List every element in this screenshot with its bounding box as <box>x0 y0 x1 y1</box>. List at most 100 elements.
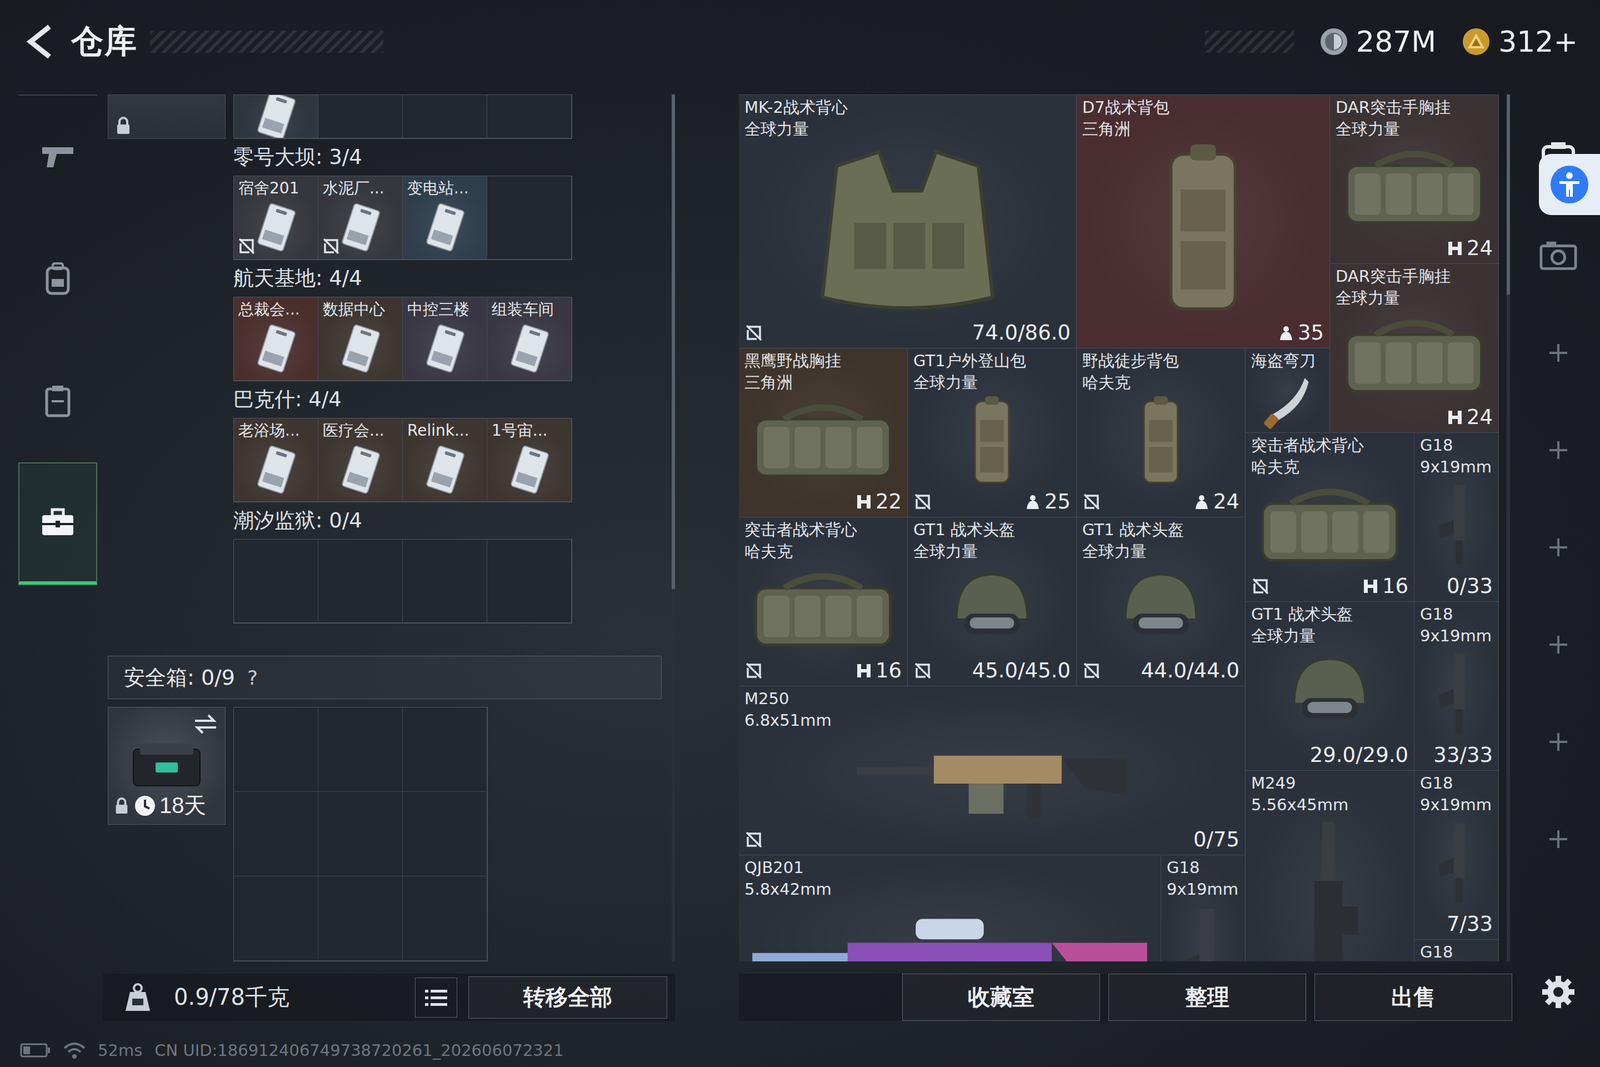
key-card[interactable]: 组装车间 <box>487 297 572 381</box>
inventory-item[interactable]: DAR突击手胸挂全球力量24 <box>1330 263 1499 433</box>
scrollbar-thumb[interactable] <box>1506 94 1510 295</box>
action-button[interactable]: 整理 <box>1108 973 1307 1021</box>
main-area: 零号大坝: 3/4宿舍201水泥厂...变电站...航天基地: 4/4总裁会..… <box>0 83 1600 1034</box>
machine-gun-icon <box>1252 816 1408 962</box>
empty-slot[interactable] <box>233 876 319 961</box>
key-grid: 总裁会...数据中心中控三楼组装车间 <box>233 296 573 382</box>
inventory-item[interactable]: G189x19mm33/33 <box>1414 601 1499 771</box>
inventory-item[interactable]: 突击者战术背心哈夫克16 <box>738 517 908 687</box>
stash-scroll[interactable]: 零号大坝: 3/4宿舍201水泥厂...变电站...航天基地: 4/4总裁会..… <box>102 94 675 962</box>
empty-slot[interactable] <box>402 876 488 961</box>
inventory-item[interactable]: GT1户外登山包全球力量25 <box>907 348 1077 518</box>
nav-item[interactable] <box>18 462 98 585</box>
safe-box-item[interactable]: 18天 <box>107 706 226 825</box>
key-card[interactable]: 水泥厂... <box>318 176 403 260</box>
transfer-all-button[interactable]: 转移全部 <box>468 976 668 1019</box>
inventory-item[interactable]: G189x19mm0/33 <box>1414 432 1499 602</box>
inventory-item[interactable]: QJB2015.8x42mm <box>738 855 1162 962</box>
list-button[interactable] <box>415 977 458 1018</box>
key-case[interactable] <box>107 94 226 139</box>
add-page-button[interactable] <box>1538 819 1578 859</box>
empty-slot[interactable] <box>318 95 403 139</box>
key-card[interactable] <box>233 95 319 139</box>
inventory-item[interactable]: G189x19mm <box>1161 855 1246 962</box>
currency-decoration <box>1205 30 1294 53</box>
empty-slot[interactable] <box>487 176 572 260</box>
add-page-button[interactable] <box>1538 527 1578 567</box>
item-footer: 45.0/45.0 <box>907 658 1077 686</box>
scrollbar[interactable] <box>1506 94 1510 962</box>
empty-slot[interactable] <box>402 95 488 139</box>
empty-slot[interactable] <box>233 791 319 877</box>
key-card[interactable]: 中控三楼 <box>402 297 488 381</box>
pistol-icon <box>1421 816 1492 910</box>
battery-icon <box>20 1041 52 1059</box>
inventory-item[interactable]: M2506.8x51mm0/75 <box>738 686 1246 855</box>
key-card[interactable]: 宿舍201 <box>233 176 319 260</box>
item-badge: 24 <box>1446 236 1493 260</box>
item-badge: 24 <box>1446 405 1493 429</box>
inventory-item[interactable]: 突击者战术背心哈夫克16 <box>1245 432 1415 602</box>
item-faction: 全球力量 <box>907 538 1077 561</box>
key-label: 组装车间 <box>487 297 572 319</box>
nav-item[interactable] <box>18 217 98 340</box>
empty-slot[interactable] <box>402 791 488 877</box>
inventory-item[interactable]: G189x19mm7/33 <box>1414 770 1499 940</box>
empty-slot[interactable] <box>402 539 488 623</box>
key-card[interactable]: 变电站... <box>402 176 488 260</box>
safe-box-grid <box>233 706 488 962</box>
accessibility-button[interactable] <box>1538 153 1600 215</box>
empty-slot[interactable] <box>318 791 403 877</box>
weight-icon <box>122 981 154 1013</box>
key-card[interactable]: 医疗会... <box>318 418 403 502</box>
key-art <box>233 318 318 380</box>
empty-slot[interactable] <box>233 707 319 792</box>
camera-button[interactable] <box>1538 236 1578 275</box>
settings-button[interactable] <box>1538 972 1578 1012</box>
back-button[interactable] <box>20 19 59 64</box>
chest-rig-icon <box>1252 478 1408 572</box>
inventory-item[interactable]: DAR突击手胸挂全球力量24 <box>1330 95 1499 264</box>
inventory-item[interactable]: G18 <box>1414 939 1499 962</box>
nav-item[interactable] <box>18 340 98 463</box>
item-footer: 16 <box>1245 573 1414 602</box>
add-page-button[interactable] <box>1538 333 1578 373</box>
empty-slot[interactable] <box>402 707 488 792</box>
add-page-button[interactable] <box>1538 625 1578 664</box>
inventory-item[interactable]: GT1 战术头盔全球力量29.0/29.0 <box>1245 601 1415 771</box>
inventory-item[interactable]: M2495.56x45mm <box>1245 770 1415 962</box>
empty-slot[interactable] <box>487 95 572 139</box>
key-card[interactable]: 数据中心 <box>318 297 403 381</box>
inventory-item[interactable]: D7战术背包三角洲35 <box>1076 95 1330 349</box>
inventory-item[interactable]: 野战徒步背包哈夫克24 <box>1076 348 1246 518</box>
section-title: 巴克什: 4/4 <box>233 381 667 418</box>
item-faction: 5.8x42mm <box>738 876 1161 899</box>
key-card[interactable]: Relink... <box>402 418 488 502</box>
empty-slot[interactable] <box>318 707 403 792</box>
action-button[interactable]: 收藏室 <box>902 973 1100 1021</box>
add-page-button[interactable] <box>1538 430 1578 470</box>
empty-slot[interactable] <box>233 539 319 623</box>
top-bar: 仓库287M312+ <box>0 0 1600 84</box>
help-button[interactable]: ? <box>247 666 258 689</box>
scrollbar-thumb[interactable] <box>671 94 675 589</box>
scrollbar[interactable] <box>671 94 675 962</box>
inventory-item[interactable]: MK-2战术背心全球力量74.0/86.0 <box>738 95 1077 349</box>
item-footer: 29.0/29.0 <box>1245 742 1414 770</box>
inventory-item[interactable]: GT1 战术头盔全球力量44.0/44.0 <box>1076 517 1246 687</box>
empty-slot[interactable] <box>318 539 403 623</box>
empty-slot[interactable] <box>487 539 572 623</box>
add-page-button[interactable] <box>1538 722 1578 762</box>
inventory-item[interactable]: 黑鹰野战胸挂三角洲22 <box>738 348 908 518</box>
key-card[interactable]: 1号宙... <box>487 418 572 502</box>
item-badge: 25 <box>1024 489 1071 514</box>
inventory-item[interactable]: 海盗弯刀 <box>1245 348 1330 433</box>
action-button[interactable]: 出售 <box>1314 973 1513 1021</box>
item-art <box>1245 645 1414 743</box>
key-card[interactable]: 老浴场... <box>233 418 319 502</box>
key-card[interactable]: 总裁会... <box>233 297 319 381</box>
inventory-grid[interactable]: MK-2战术背心全球力量74.0/86.0D7战术背包三角洲35DAR突击手胸挂… <box>738 94 1499 962</box>
inventory-item[interactable]: GT1 战术头盔全球力量45.0/45.0 <box>907 517 1077 687</box>
empty-slot[interactable] <box>318 876 403 961</box>
nav-item[interactable] <box>18 95 98 218</box>
